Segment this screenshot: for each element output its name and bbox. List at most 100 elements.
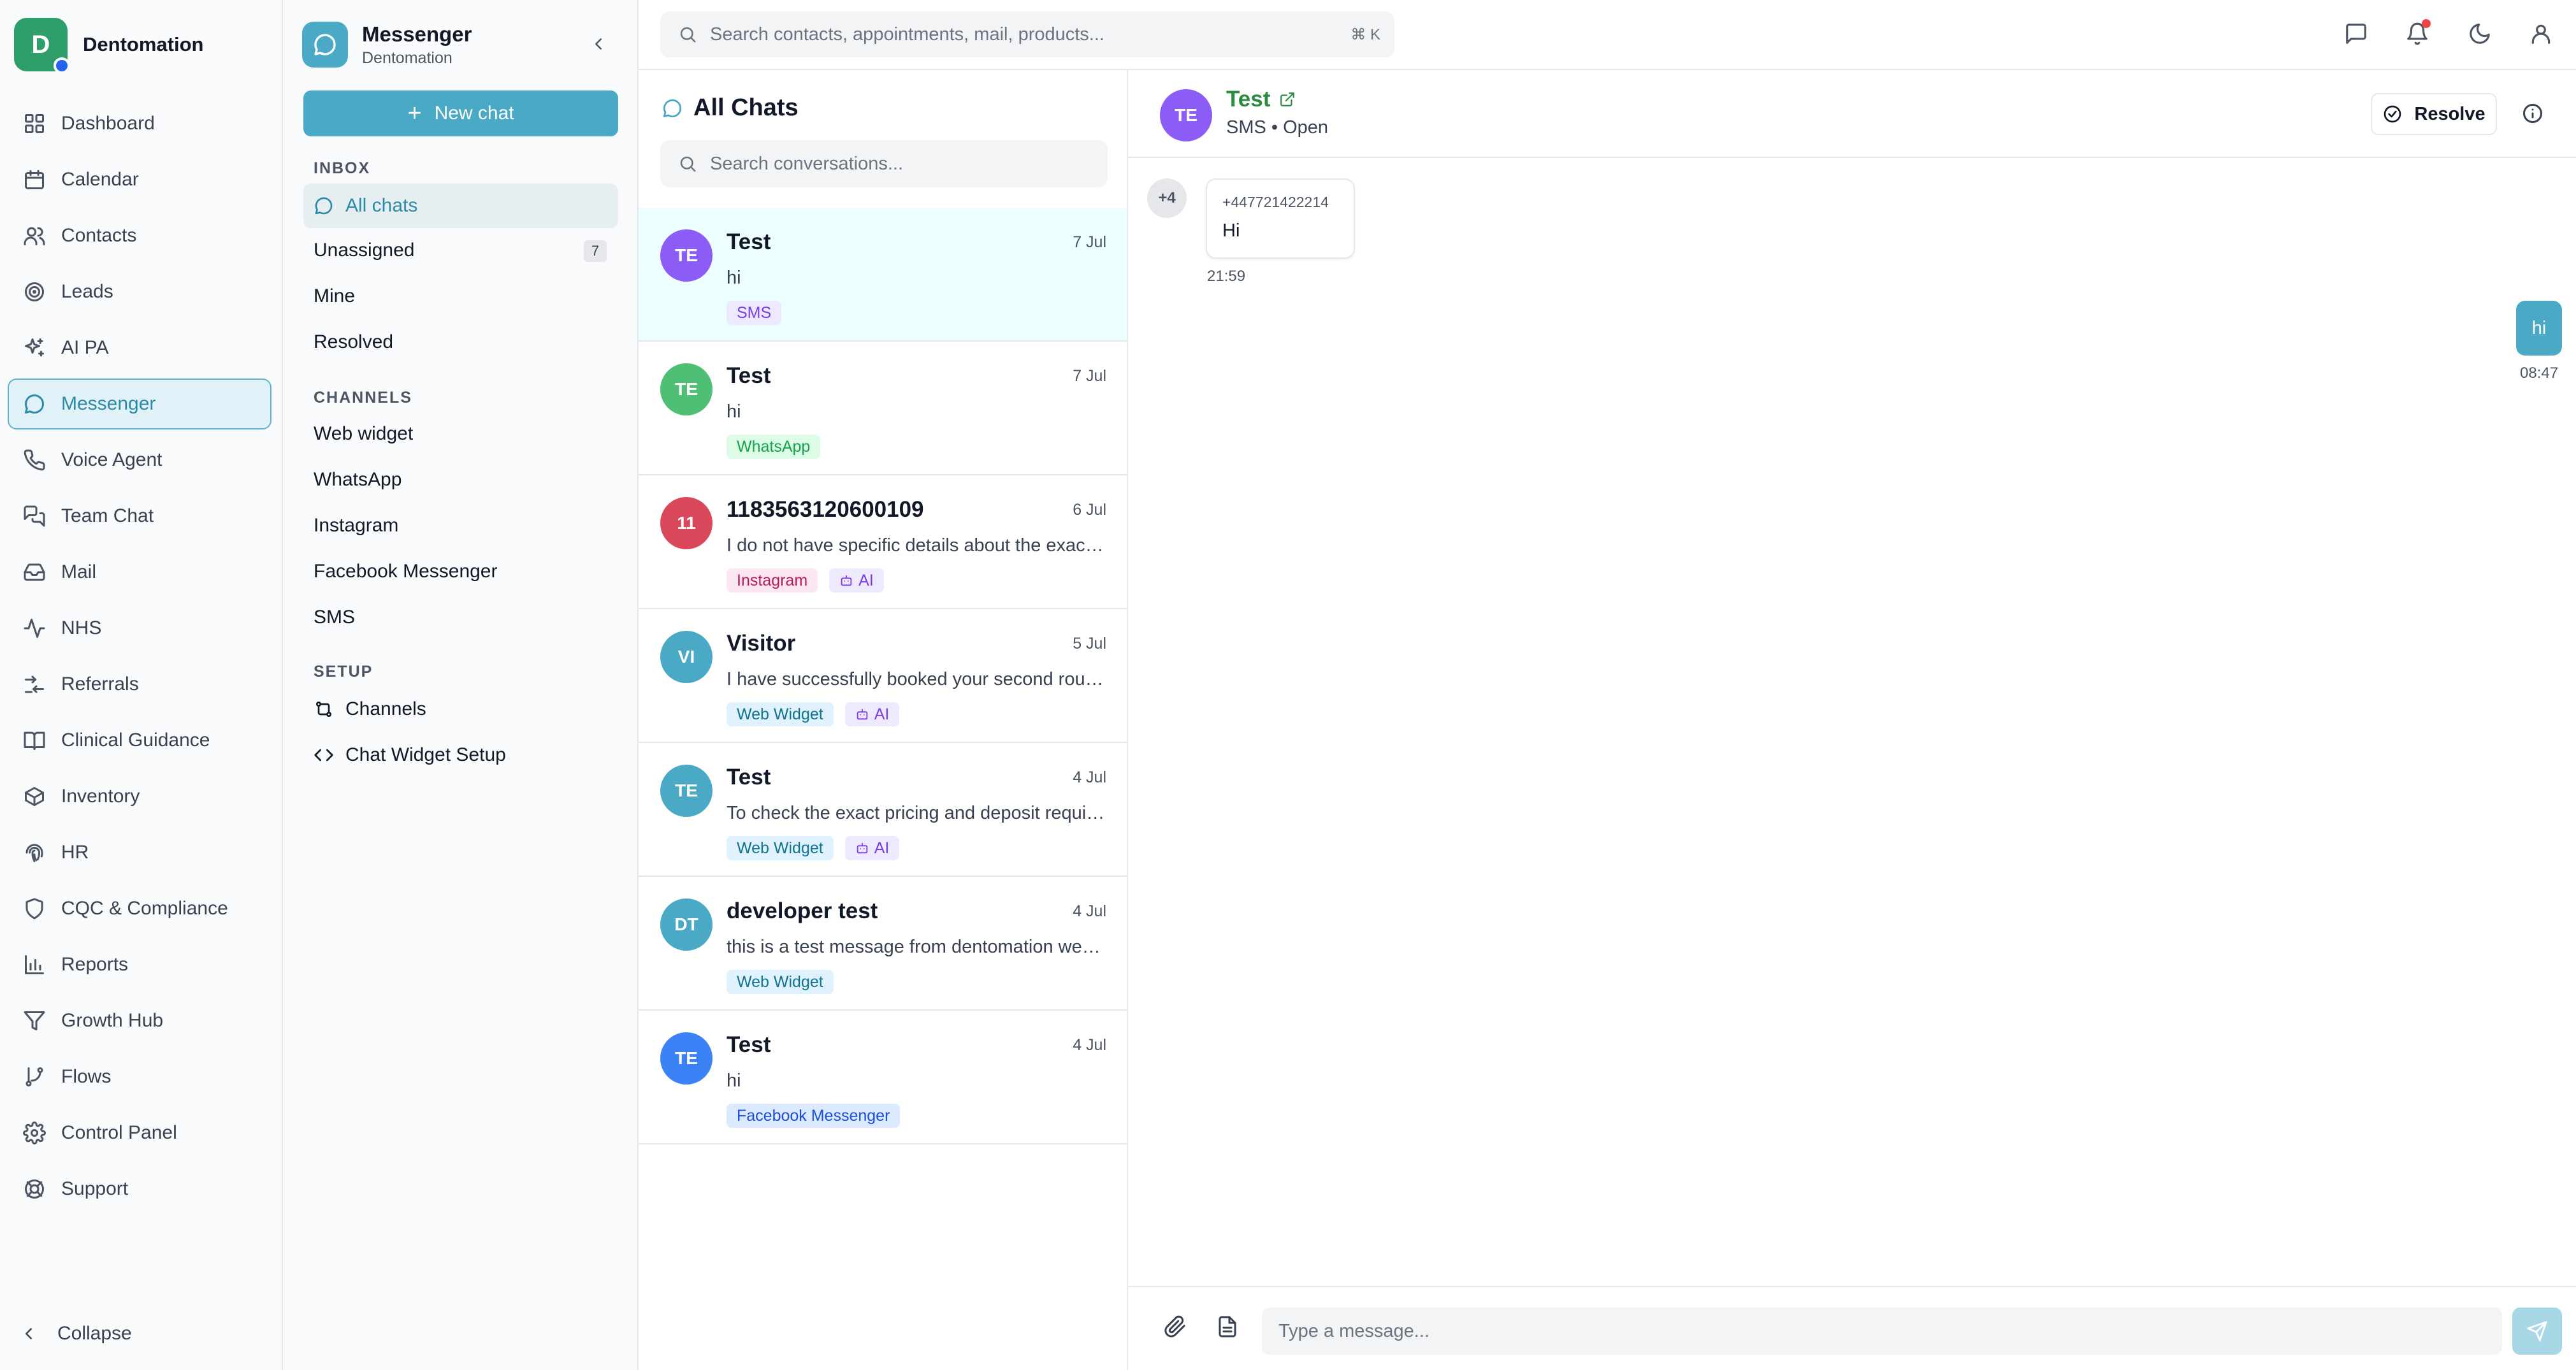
sidebar-item-clinical-guidance[interactable]: Clinical Guidance: [8, 715, 271, 766]
sidebar-item-inventory[interactable]: Inventory: [8, 771, 271, 822]
channels-icon: [316, 702, 331, 717]
conversation-name: Test: [727, 765, 771, 790]
sidebar-item-support[interactable]: Support: [8, 1164, 271, 1215]
sidebar-item-ai-pa[interactable]: AI PA: [8, 322, 271, 373]
conversation-item[interactable]: 11 1183563120600109 6 Jul I do not have spe…: [639, 475, 1127, 609]
chat-bubble-icon: [25, 394, 44, 414]
sidebar-item-label: Referrals: [61, 674, 139, 695]
global-search-input[interactable]: Search contacts, appointments, mail, pro…: [660, 11, 1394, 57]
unassigned-count-badge: 7: [584, 240, 607, 262]
new-chat-button[interactable]: + New chat: [303, 90, 618, 136]
more-messages-badge[interactable]: +4: [1147, 178, 1187, 218]
new-chat-label: New chat: [434, 103, 514, 124]
sidebar-item-dashboard[interactable]: Dashboard: [8, 98, 271, 149]
robot-icon: [857, 842, 867, 854]
tag-label: Web Widget: [737, 972, 823, 991]
sidebar-item-label: CQC & Compliance: [61, 898, 228, 919]
inbox-resolved[interactable]: Resolved: [303, 320, 618, 364]
resolve-button[interactable]: Resolve: [2371, 93, 2497, 135]
avatar[interactable]: TE: [1160, 89, 1212, 141]
sidebar-item-mail[interactable]: Mail: [8, 547, 271, 598]
channel-whatsapp[interactable]: WhatsApp: [303, 458, 618, 502]
inbox-unassigned[interactable]: Unassigned 7: [303, 228, 618, 273]
sidebar-item-label: Messenger: [61, 393, 156, 414]
conversation-tags: SMS: [727, 301, 793, 325]
conversation-item[interactable]: DT developer test 4 Jul this is a test mess…: [639, 877, 1127, 1011]
inbox-all-chats[interactable]: All chats: [303, 184, 618, 228]
sidebar-item-label: NHS: [61, 617, 102, 638]
chat-list-header: All Chats: [662, 94, 799, 122]
activity-icon: [24, 619, 45, 638]
conversation-meta: SMS • Open: [1226, 117, 1329, 138]
sidebar-item-control-panel[interactable]: Control Panel: [8, 1107, 271, 1158]
moon-icon[interactable]: [2468, 22, 2492, 46]
inbox-item-label: Resolved: [314, 331, 394, 352]
message-time: 08:47: [2520, 364, 2559, 382]
setup-section-label: SETUP: [314, 663, 373, 681]
sidebar-item-calendar[interactable]: Calendar: [8, 154, 271, 205]
top-bar: Search contacts, appointments, mail, pro…: [639, 0, 2576, 70]
messenger-panel: Messenger Dentomation + New chat INBOX A…: [283, 0, 639, 1370]
contact-name-link[interactable]: Test: [1226, 87, 1296, 112]
target-icon: [25, 282, 44, 301]
channel-tag: Instagram: [727, 568, 818, 593]
inbox-mine[interactable]: Mine: [303, 274, 618, 319]
sidebar-item-messenger[interactable]: Messenger: [8, 379, 271, 429]
sidebar-item-flows[interactable]: Flows: [8, 1051, 271, 1102]
setup-chat-widget[interactable]: Chat Widget Setup: [303, 733, 618, 777]
paperclip-icon[interactable]: [1164, 1315, 1187, 1338]
inbox-item-label: Unassigned: [314, 240, 415, 261]
collapse-panel-icon[interactable]: [589, 34, 608, 54]
incoming-message: +447721422214 Hi: [1206, 178, 1355, 259]
conversation-tags: Instagram AI: [727, 568, 895, 593]
send-button[interactable]: [2512, 1308, 2562, 1355]
sidebar-item-cqc-compliance[interactable]: CQC & Compliance: [8, 883, 271, 934]
avatar: DT: [660, 898, 713, 951]
conversation-item[interactable]: TE Test 4 Jul hi Facebook Messenger: [639, 1011, 1127, 1144]
setup-channels[interactable]: Channels: [303, 687, 618, 732]
contact-name: Test: [1226, 87, 1271, 112]
channel-tag: AI: [844, 702, 900, 726]
conversation-item[interactable]: VI Visitor 5 Jul I have successfully booked…: [639, 609, 1127, 743]
brand[interactable]: D Dentomation: [14, 18, 203, 74]
conversation-date: 4 Jul: [1073, 1036, 1106, 1054]
conversation-item[interactable]: TE Test 7 Jul hi SMS: [639, 208, 1127, 342]
channel-web-widget[interactable]: Web widget: [303, 412, 618, 456]
conversation-name: Test: [727, 229, 771, 254]
messages-icon[interactable]: [2344, 22, 2368, 46]
notifications-button[interactable]: [2405, 19, 2431, 46]
message-area: +4 +447721422214 Hi 21:59 hi 08:47: [1128, 158, 2576, 1286]
user-icon[interactable]: [2529, 22, 2553, 46]
sidebar-item-team-chat[interactable]: Team Chat: [8, 491, 271, 542]
sidebar-item-referrals[interactable]: Referrals: [8, 659, 271, 710]
channel-sms[interactable]: SMS: [303, 595, 618, 640]
tag-label: AI: [874, 839, 890, 857]
sidebar-item-growth-hub[interactable]: Growth Hub: [8, 995, 271, 1046]
sidebar-item-contacts[interactable]: Contacts: [8, 210, 271, 261]
conversation-search-input[interactable]: Search conversations...: [660, 140, 1108, 187]
sidebar-item-leads[interactable]: Leads: [8, 266, 271, 317]
conversation-name: Test: [727, 363, 771, 388]
search-icon: [680, 27, 696, 43]
global-search-placeholder: Search contacts, appointments, mail, pro…: [710, 24, 1104, 45]
conversation-date: 5 Jul: [1073, 635, 1106, 653]
channel-tag: Web Widget: [727, 702, 834, 726]
check-circle-icon: [2384, 105, 2401, 123]
collapse-sidebar-button[interactable]: Collapse: [19, 1323, 132, 1345]
chat-list-title: All Chats: [693, 94, 799, 121]
channel-instagram[interactable]: Instagram: [303, 503, 618, 548]
conversation-tags: Facebook Messenger: [727, 1104, 911, 1128]
conversation-list: TE Test 7 Jul hi SMS TE Test 7 Jul hi WhatsApp 11 1…: [639, 208, 1127, 1144]
template-icon[interactable]: [1216, 1315, 1239, 1338]
sidebar-item-reports[interactable]: Reports: [8, 939, 271, 990]
sidebar-item-nhs[interactable]: NHS: [8, 603, 271, 654]
conversation-item[interactable]: TE Test 7 Jul hi WhatsApp: [639, 342, 1127, 475]
info-icon[interactable]: [2521, 102, 2544, 125]
fingerprint-icon: [25, 844, 43, 862]
sidebar-item-voice-agent[interactable]: Voice Agent: [8, 435, 271, 486]
message-input[interactable]: Type a message...: [1262, 1308, 2502, 1355]
sidebar-item-hr[interactable]: HR: [8, 827, 271, 878]
channel-facebook-messenger[interactable]: Facebook Messenger: [303, 549, 618, 594]
resolve-label: Resolve: [2414, 103, 2486, 124]
conversation-item[interactable]: TE Test 4 Jul To check the exact pricing an…: [639, 743, 1127, 877]
